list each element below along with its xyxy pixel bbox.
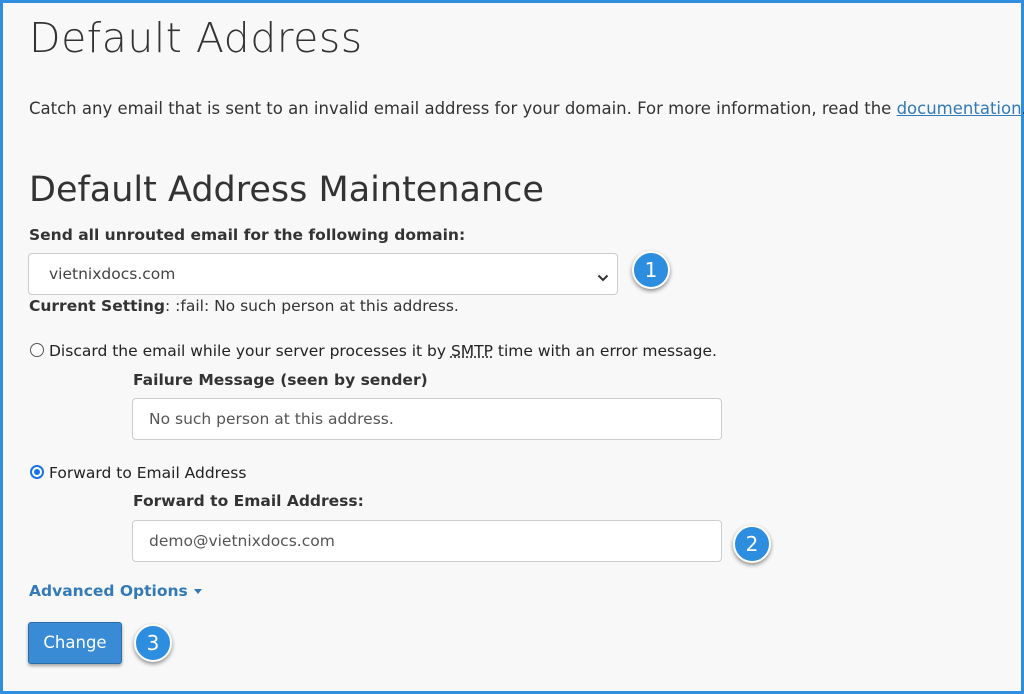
domain-select-value: vietnixdocs.com — [49, 265, 176, 283]
forward-address-label: Forward to Email Address: — [133, 492, 364, 510]
failure-message-label: Failure Message (seen by sender) — [133, 371, 428, 389]
current-setting: Current Setting: :fail: No such person a… — [29, 297, 459, 315]
documentation-link[interactable]: documentation — [897, 99, 1022, 118]
discard-option-label: Discard the email while your server proc… — [49, 342, 717, 360]
domain-select[interactable]: vietnixdocs.com — [28, 253, 618, 295]
section-title: Default Address Maintenance — [29, 170, 544, 210]
radio-forward[interactable] — [30, 465, 44, 479]
forward-option-label: Forward to Email Address — [49, 464, 247, 482]
step-badge-2: 2 — [733, 525, 771, 563]
description-text: Catch any email that is sent to an inval… — [29, 99, 897, 118]
failure-message-input[interactable]: No such person at this address. — [132, 398, 722, 440]
step-badge-3: 3 — [134, 624, 172, 662]
advanced-options-toggle[interactable]: Advanced Options — [29, 582, 202, 600]
forward-address-input[interactable]: demo@vietnixdocs.com — [132, 520, 722, 562]
step-badge-1: 1 — [632, 251, 670, 289]
discard-label-text: Discard the email while your server proc… — [49, 342, 451, 360]
chevron-down-icon — [597, 268, 609, 287]
forward-address-value: demo@vietnixdocs.com — [149, 532, 335, 550]
radio-discard[interactable] — [30, 343, 44, 357]
discard-label-end: time with an error message. — [492, 342, 717, 360]
failure-message-value: No such person at this address. — [149, 410, 394, 428]
page-description: Catch any email that is sent to an inval… — [29, 99, 1024, 118]
domain-label: Send all unrouted email for the followin… — [29, 226, 466, 244]
page-title: Default Address — [29, 14, 363, 62]
caret-down-icon — [193, 589, 202, 594]
current-setting-label: Current Setting — [29, 297, 165, 315]
advanced-options-label: Advanced Options — [29, 582, 188, 600]
current-setting-value: : :fail: No such person at this address. — [165, 297, 459, 315]
change-button[interactable]: Change — [28, 622, 122, 664]
smtp-abbr: SMTP — [450, 342, 493, 360]
